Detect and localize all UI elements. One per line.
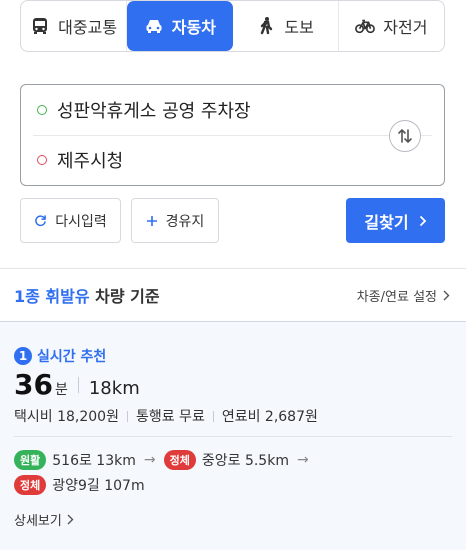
chevron-right-icon xyxy=(419,215,426,226)
car-icon xyxy=(146,20,162,33)
vehicle-info-row: 1종 휘발유 차량 기준 차종/연료 설정 xyxy=(0,270,466,320)
recommendation-text: 실시간 추천 xyxy=(37,349,107,365)
origin-dot-icon xyxy=(37,105,47,115)
route-input-box: 성판악휴게소 공영 주차장 제주시청 xyxy=(20,84,445,186)
tab-bicycle[interactable]: 자전거 xyxy=(339,1,444,51)
traffic-status-badge: 정체 xyxy=(14,475,47,495)
route-result-card[interactable]: 1 실시간 추천 36 분 18km 택시비 18,200원 통행료 무료 연료… xyxy=(0,321,466,550)
refresh-icon xyxy=(35,215,47,227)
card-divider xyxy=(14,436,452,437)
plus-icon xyxy=(146,215,157,226)
tab-label: 대중교통 xyxy=(58,18,118,37)
chevron-right-icon xyxy=(67,514,74,525)
tab-label: 자동차 xyxy=(171,18,216,37)
traffic-status-badge: 원활 xyxy=(14,450,47,470)
destination-dot-icon xyxy=(37,155,47,165)
tab-walk[interactable]: 도보 xyxy=(233,1,339,51)
section-divider xyxy=(0,268,466,269)
arrow-right-icon: → xyxy=(143,452,156,468)
separator xyxy=(77,376,79,393)
vehicle-setting-label: 차종/연료 설정 xyxy=(356,289,437,305)
walk-icon xyxy=(261,17,273,35)
tab-public-transit[interactable]: 대중교통 xyxy=(21,1,128,51)
bus-icon xyxy=(33,18,48,34)
road-summary-line: 원활 516로 13km → 정체 중앙로 5.5km → xyxy=(14,450,311,470)
origin-field[interactable]: 성판악휴게소 공영 주차장 xyxy=(21,85,381,135)
separator xyxy=(212,410,214,422)
time-unit: 분 xyxy=(54,382,68,398)
recommendation-label: 1 실시간 추천 xyxy=(14,346,106,366)
swap-arrows-icon xyxy=(398,129,412,143)
arrow-right-icon: → xyxy=(296,452,309,468)
road-summary-line: 정체 광양9길 107m xyxy=(14,475,145,495)
fuel-fee: 연료비 2,687원 xyxy=(221,409,318,425)
swap-route-button[interactable] xyxy=(389,120,421,152)
taxi-fee: 택시비 18,200원 xyxy=(14,409,119,425)
road-segment: 516로 13km xyxy=(52,453,136,469)
fee-info: 택시비 18,200원 통행료 무료 연료비 2,687원 xyxy=(14,406,318,426)
search-label: 길찾기 xyxy=(364,212,409,232)
vehicle-setting-link[interactable]: 차종/연료 설정 xyxy=(357,286,450,305)
transport-mode-tabs: 대중교통 자동차 도보 자전거 xyxy=(20,0,445,52)
vehicle-title-rest: 차량 기준 xyxy=(89,287,160,306)
destination-text: 제주시청 xyxy=(57,151,124,172)
separator xyxy=(126,410,128,422)
travel-time: 36 xyxy=(14,368,53,401)
traffic-status-badge: 정체 xyxy=(163,450,196,470)
toll-fee: 통행료 무료 xyxy=(135,409,205,425)
search-route-button[interactable]: 길찾기 xyxy=(346,198,445,243)
tab-label: 자전거 xyxy=(383,18,428,37)
vehicle-type: 1종 휘발유 xyxy=(14,287,90,306)
tab-label: 도보 xyxy=(284,18,314,37)
detail-label: 상세보기 xyxy=(14,514,62,529)
distance: 18km xyxy=(88,378,140,399)
origin-text: 성판악휴게소 공영 주차장 xyxy=(57,101,251,122)
bicycle-icon xyxy=(355,19,376,34)
reset-button[interactable]: 다시입력 xyxy=(20,198,121,243)
waypoint-label: 경유지 xyxy=(165,213,205,230)
road-segment: 광양9길 107m xyxy=(52,478,145,494)
add-waypoint-button[interactable]: 경유지 xyxy=(131,198,219,243)
destination-field[interactable]: 제주시청 xyxy=(21,135,381,185)
road-segment: 중앙로 5.5km xyxy=(201,453,289,469)
chevron-right-icon xyxy=(443,290,450,300)
time-distance: 36 분 18km xyxy=(14,368,140,401)
rank-badge: 1 xyxy=(14,347,32,365)
route-detail-link[interactable]: 상세보기 xyxy=(14,510,74,529)
tab-car[interactable]: 자동차 xyxy=(127,1,233,51)
vehicle-title: 1종 휘발유 차량 기준 xyxy=(14,283,160,307)
reset-label: 다시입력 xyxy=(55,213,107,230)
